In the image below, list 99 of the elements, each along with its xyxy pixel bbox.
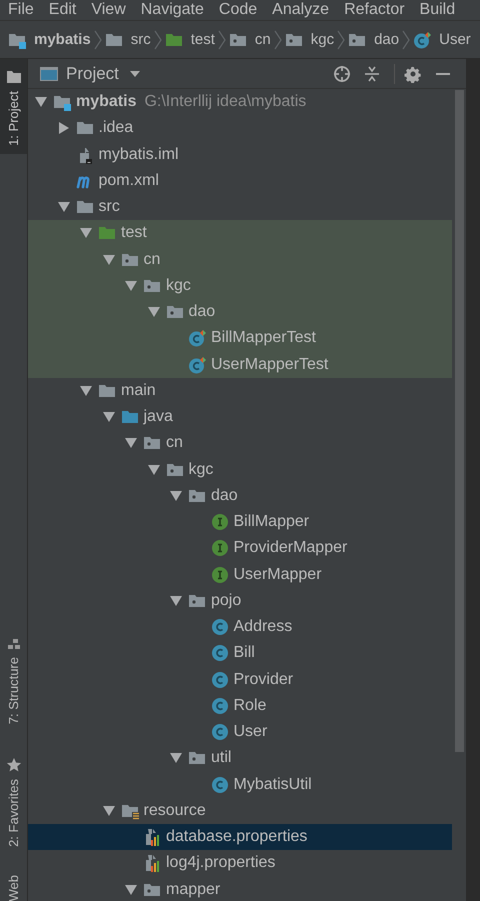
- tree-item[interactable]: UserMapper: [28, 562, 452, 588]
- tree-item[interactable]: src: [28, 194, 452, 220]
- tree-item[interactable]: Role: [28, 692, 452, 719]
- menu-item[interactable]: Analyze: [270, 0, 338, 20]
- tree-item[interactable]: mybatis.iml: [28, 142, 452, 168]
- tree-item[interactable]: resource: [28, 798, 452, 824]
- tree-item[interactable]: dao: [28, 482, 452, 509]
- tree-item[interactable]: Provider: [28, 666, 452, 693]
- test-class-icon: [413, 30, 432, 48]
- menu-item[interactable]: File: [6, 0, 42, 20]
- tree-item[interactable]: MybatisUtil: [28, 772, 452, 798]
- path-label: G:\Interllij idea\mybatis: [144, 93, 306, 112]
- expanded-arrow-icon[interactable]: [102, 411, 114, 424]
- interface-icon: [210, 539, 228, 558]
- tree-item[interactable]: cn: [28, 430, 452, 456]
- expanded-arrow-icon[interactable]: [148, 306, 160, 318]
- tree-item[interactable]: test: [28, 220, 452, 246]
- tree-item[interactable]: cn: [28, 246, 452, 273]
- window-icon: [40, 66, 58, 80]
- tool-window-tab[interactable]: 7: Structure: [0, 627, 27, 733]
- tree-item[interactable]: UserMapperTest: [28, 352, 452, 378]
- expanded-arrow-icon[interactable]: [170, 594, 182, 607]
- structure-icon: [6, 637, 20, 652]
- tree-item[interactable]: mapper: [28, 876, 452, 901]
- class-icon: [210, 670, 228, 689]
- breadcrumb-item[interactable]: cn: [228, 28, 272, 50]
- chevron-icon: [337, 30, 346, 50]
- chevron-icon: [274, 30, 282, 50]
- tree-item[interactable]: ProviderMapper: [28, 535, 452, 562]
- tree-item[interactable]: util: [28, 745, 452, 772]
- properties-file-icon: [143, 854, 161, 872]
- star-icon: [6, 756, 22, 773]
- expanded-arrow-icon[interactable]: [125, 884, 137, 896]
- tree-item[interactable]: BillMapperTest: [28, 325, 452, 352]
- expanded-arrow-icon[interactable]: [102, 804, 114, 817]
- class-icon: [210, 723, 228, 742]
- tree-item[interactable]: java: [28, 404, 452, 430]
- menu-item[interactable]: View: [89, 0, 134, 20]
- locate-icon: [332, 64, 350, 82]
- breadcrumb-item[interactable]: User: [412, 28, 472, 50]
- scrollbar[interactable]: [455, 90, 464, 752]
- chevron-icon: [154, 30, 162, 50]
- dropdown-caret-icon: [128, 70, 141, 78]
- expanded-arrow-icon[interactable]: [170, 752, 182, 764]
- folder-icon: [6, 69, 22, 85]
- expanded-arrow-icon[interactable]: [170, 490, 182, 502]
- menu-item[interactable]: Build: [418, 0, 464, 20]
- expanded-arrow-icon[interactable]: [80, 384, 92, 397]
- collapsed-arrow-icon[interactable]: [58, 122, 70, 134]
- tree-item[interactable]: kgc: [28, 456, 452, 483]
- test-class-icon: [188, 329, 206, 348]
- class-icon: [210, 644, 228, 662]
- tree-item[interactable]: main: [28, 378, 452, 404]
- expanded-arrow-icon[interactable]: [148, 464, 160, 476]
- menu-item[interactable]: Code: [216, 0, 266, 20]
- interface-icon: [210, 513, 228, 532]
- tree-item[interactable]: Bill: [28, 640, 452, 666]
- collapse-icon: [362, 64, 380, 82]
- settings-icon: [404, 64, 422, 82]
- tree-item[interactable]: BillMapper: [28, 509, 452, 536]
- breadcrumb-item[interactable]: kgc: [284, 28, 336, 50]
- tree-item[interactable]: log4j.properties: [28, 850, 452, 876]
- tree-item[interactable]: .idea: [28, 115, 452, 142]
- menu-item[interactable]: Edit: [46, 0, 84, 20]
- expanded-arrow-icon[interactable]: [125, 280, 137, 292]
- chevron-icon: [94, 30, 102, 50]
- class-icon: [210, 776, 228, 794]
- breadcrumb-item[interactable]: dao: [347, 28, 400, 50]
- properties-file-icon: [143, 828, 161, 846]
- interface-icon: [210, 566, 228, 584]
- class-icon: [210, 696, 228, 715]
- view-selector[interactable]: Project: [64, 62, 143, 86]
- expanded-arrow-icon[interactable]: [58, 201, 70, 214]
- expanded-arrow-icon[interactable]: [102, 254, 114, 266]
- tree-item[interactable]: dao: [28, 299, 452, 326]
- breadcrumb-item[interactable]: test: [164, 28, 216, 50]
- tree-item[interactable]: database.properties: [28, 824, 452, 850]
- chevron-icon: [218, 30, 226, 50]
- tree-item[interactable]: Address: [28, 614, 452, 640]
- module-folder-icon: [53, 93, 71, 112]
- expanded-arrow-icon[interactable]: [125, 437, 137, 450]
- test-class-icon: [188, 356, 206, 374]
- tree-item[interactable]: User: [28, 719, 452, 746]
- menu-item[interactable]: Navigate: [138, 0, 212, 20]
- expanded-arrow-icon[interactable]: [80, 227, 92, 240]
- expanded-arrow-icon[interactable]: [35, 96, 47, 108]
- tree-item[interactable]: pojo: [28, 588, 452, 614]
- class-icon: [210, 618, 228, 636]
- breadcrumb-item[interactable]: mybatis: [8, 28, 92, 50]
- menu-item[interactable]: Refactor: [342, 0, 413, 20]
- breadcrumb-item[interactable]: src: [104, 28, 152, 50]
- tool-window-tab[interactable]: 1: Project: [0, 59, 27, 154]
- tree-item[interactable]: pom.xml: [28, 168, 452, 194]
- tree-item[interactable]: mybatis G:\Interllij idea\mybatis: [28, 89, 452, 116]
- chevron-icon: [402, 30, 410, 50]
- tool-window-tab[interactable]: Web: [0, 864, 27, 901]
- minimize-icon: [436, 72, 450, 74]
- tool-window-tab[interactable]: 2: Favorites: [0, 746, 27, 854]
- tree-item[interactable]: kgc: [28, 272, 452, 299]
